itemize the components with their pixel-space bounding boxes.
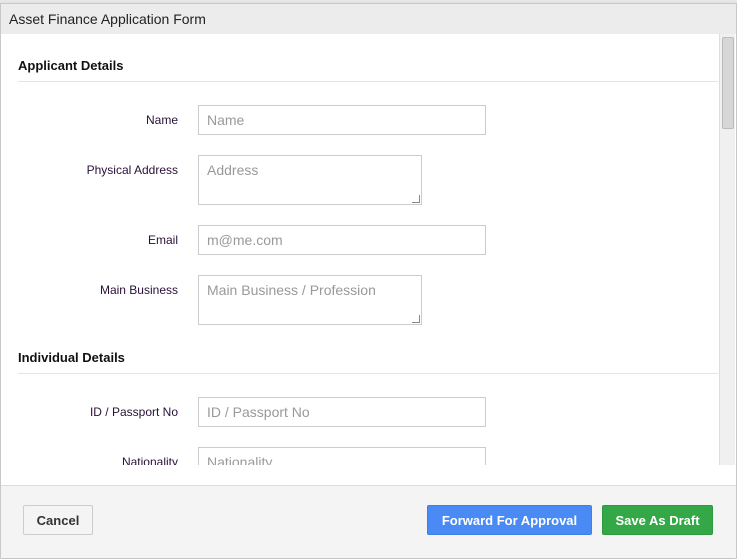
nationality-input[interactable]: Nationality xyxy=(198,447,486,465)
cancel-button[interactable]: Cancel xyxy=(23,505,93,535)
save-as-draft-button[interactable]: Save As Draft xyxy=(602,505,713,535)
email-input[interactable]: m@me.com xyxy=(198,225,486,255)
nationality-label: Nationality xyxy=(121,455,178,465)
asset-finance-dialog: Asset Finance Application Form Applicant… xyxy=(0,3,737,558)
address-label: Physical Address xyxy=(86,163,178,177)
forward-for-approval-button[interactable]: Forward For Approval xyxy=(427,505,592,535)
id-passport-label: ID / Passport No xyxy=(89,405,178,419)
scrollbar-thumb[interactable] xyxy=(722,37,734,129)
section-individual-details: Individual Details xyxy=(18,350,718,374)
resize-grip-icon[interactable] xyxy=(412,315,420,323)
dialog-footer: Cancel Forward For Approval Save As Draf… xyxy=(1,485,736,558)
dialog-title: Asset Finance Application Form xyxy=(1,4,736,34)
scrollbar[interactable] xyxy=(719,34,735,465)
name-input[interactable]: Name xyxy=(198,105,486,135)
email-label: Email xyxy=(147,233,178,247)
address-textarea[interactable]: Address xyxy=(198,155,422,205)
section-applicant-details: Applicant Details xyxy=(18,58,718,82)
id-passport-input[interactable]: ID / Passport No xyxy=(198,397,486,427)
main-business-textarea[interactable]: Main Business / Profession xyxy=(198,275,422,325)
form-body: Applicant Details Name Name Physical Add… xyxy=(1,34,718,465)
main-business-placeholder: Main Business / Profession xyxy=(207,282,376,298)
address-placeholder: Address xyxy=(207,162,259,178)
resize-grip-icon[interactable] xyxy=(412,195,420,203)
name-label: Name xyxy=(145,113,178,127)
main-business-label: Main Business xyxy=(99,283,178,297)
